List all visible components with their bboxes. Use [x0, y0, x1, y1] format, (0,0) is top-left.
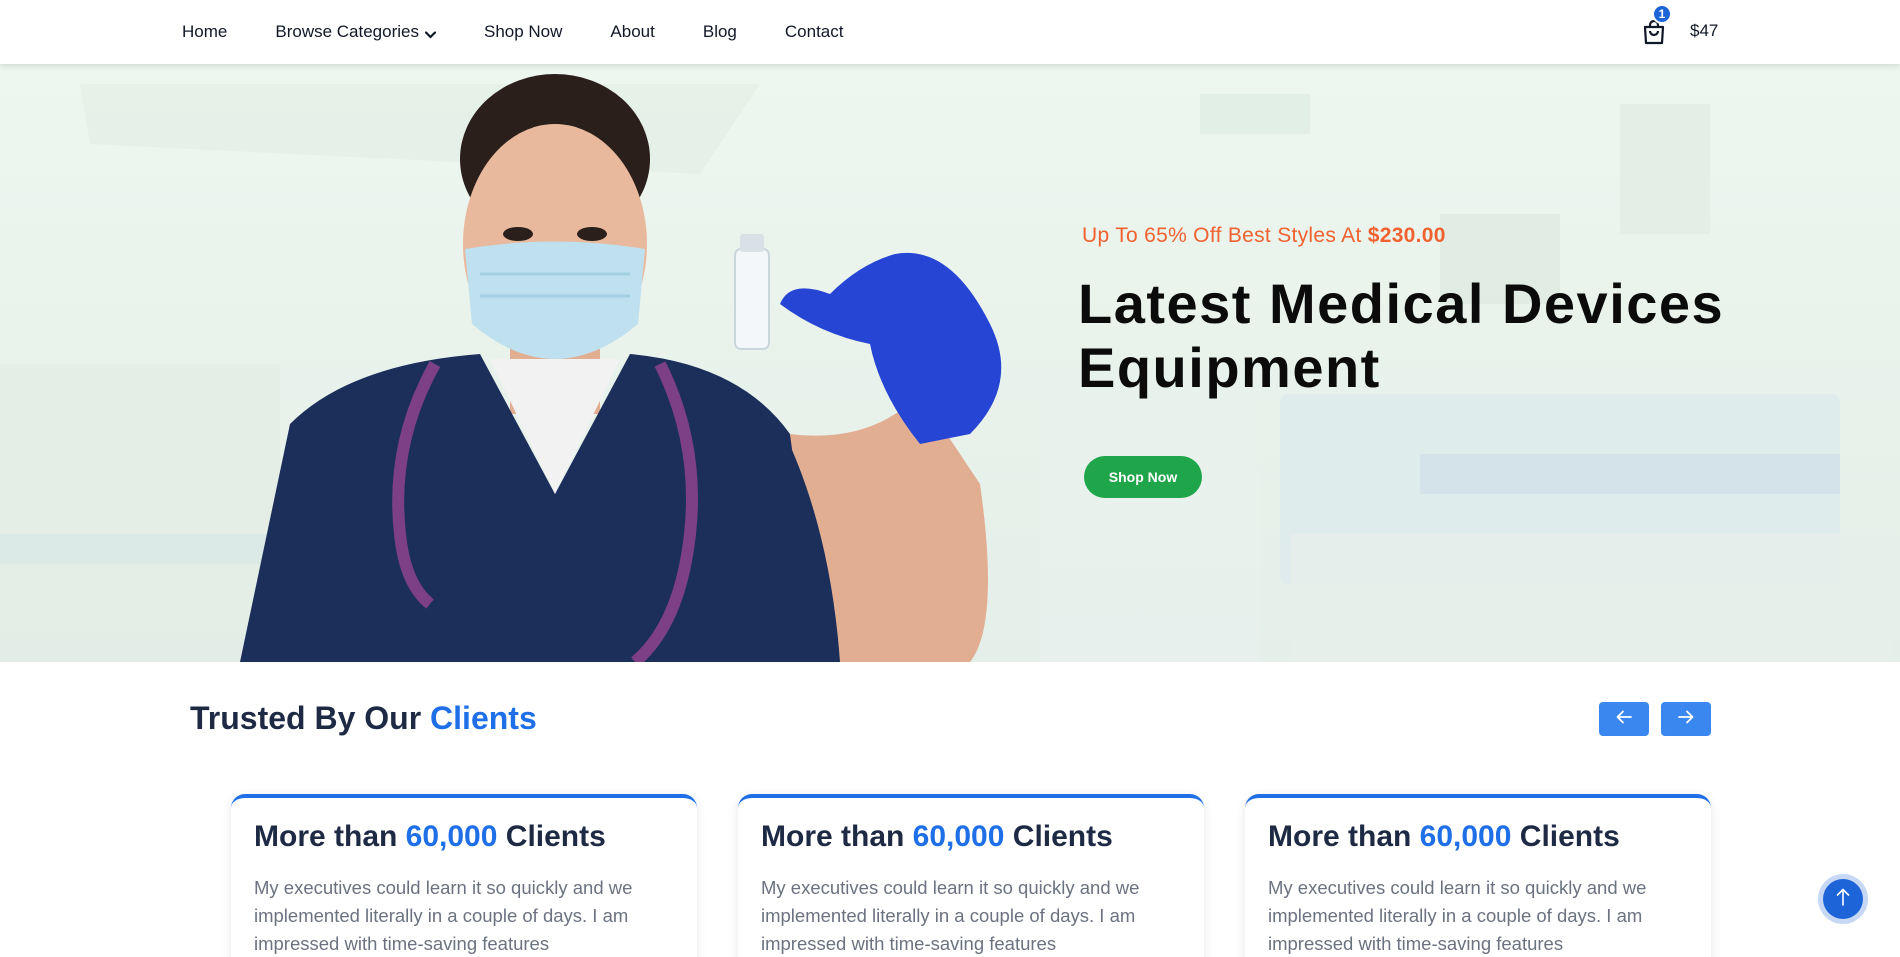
nav-contact-label: Contact: [784, 22, 844, 41]
hero-title: Latest Medical Devices Equipment: [1078, 272, 1798, 400]
hero-shop-now-button[interactable]: Shop Now: [1084, 456, 1202, 498]
carousel-next-button[interactable]: [1661, 702, 1711, 736]
nav-contact[interactable]: Contact: [785, 22, 844, 42]
nav-browse-categories-label: Browse Categories: [275, 22, 419, 41]
nav-blog[interactable]: Blog: [703, 22, 737, 42]
hero-promo-prefix: Up To 65% Off Best Styles At: [1082, 224, 1368, 247]
trusted-title-prefix: Trusted By Our: [190, 700, 431, 736]
hero-promo-price: $230.00: [1367, 224, 1446, 247]
card-title-number: 60,000: [912, 820, 1005, 853]
nav-shop-now-label: Shop Now: [483, 22, 563, 41]
main-nav: Home Browse Categories Shop Now About Bl…: [182, 0, 891, 64]
testimonial-card: More than 60,000 Clients My executives c…: [1245, 794, 1711, 957]
card-text: My executives could learn it so quickly …: [761, 877, 1140, 954]
card-title-prefix: More than: [254, 820, 406, 853]
arrow-left-icon: [1616, 710, 1632, 729]
arrow-right-icon: [1678, 710, 1694, 729]
card-text: My executives could learn it so quickly …: [254, 877, 633, 954]
cart-count-badge: 1: [1652, 4, 1672, 24]
trusted-section-title: Trusted By Our Clients: [190, 700, 537, 737]
site-header: Home Browse Categories Shop Now About Bl…: [0, 0, 1900, 64]
carousel-prev-button[interactable]: [1599, 702, 1649, 736]
arrow-up-icon: [1836, 888, 1850, 911]
nav-shop-now[interactable]: Shop Now: [484, 22, 562, 42]
testimonial-card: More than 60,000 Clients My executives c…: [231, 794, 697, 957]
nav-about-label: About: [610, 22, 655, 41]
nav-home-label: Home: [182, 22, 228, 41]
card-text: My executives could learn it so quickly …: [1268, 877, 1647, 954]
trusted-title-highlight: Clients: [430, 700, 537, 736]
chevron-down-icon: [424, 24, 437, 44]
card-title: More than 60,000 Clients: [1268, 820, 1620, 854]
hero-promo-text: Up To 65% Off Best Styles At $230.00: [1082, 224, 1446, 248]
card-title-suffix: Clients: [1511, 820, 1620, 853]
nav-browse-categories[interactable]: Browse Categories: [275, 20, 437, 44]
card-title: More than 60,000 Clients: [254, 820, 606, 854]
testimonial-card: More than 60,000 Clients My executives c…: [738, 794, 1204, 957]
card-title-prefix: More than: [761, 820, 913, 853]
hero-title-line2: Equipment: [1078, 336, 1381, 399]
nav-about[interactable]: About: [610, 22, 654, 42]
card-title-prefix: More than: [1268, 820, 1420, 853]
card-title: More than 60,000 Clients: [761, 820, 1113, 854]
hero-banner: Up To 65% Off Best Styles At $230.00 Lat…: [0, 64, 1900, 662]
nav-blog-label: Blog: [702, 22, 737, 41]
card-title-suffix: Clients: [1004, 820, 1113, 853]
cart-total: $47: [1690, 21, 1719, 40]
card-title-number: 60,000: [405, 820, 498, 853]
card-title-suffix: Clients: [497, 820, 606, 853]
scroll-to-top-button[interactable]: [1823, 879, 1863, 919]
hero-title-line1: Latest Medical Devices: [1078, 272, 1725, 335]
nav-home[interactable]: Home: [182, 22, 227, 42]
card-title-number: 60,000: [1419, 820, 1512, 853]
